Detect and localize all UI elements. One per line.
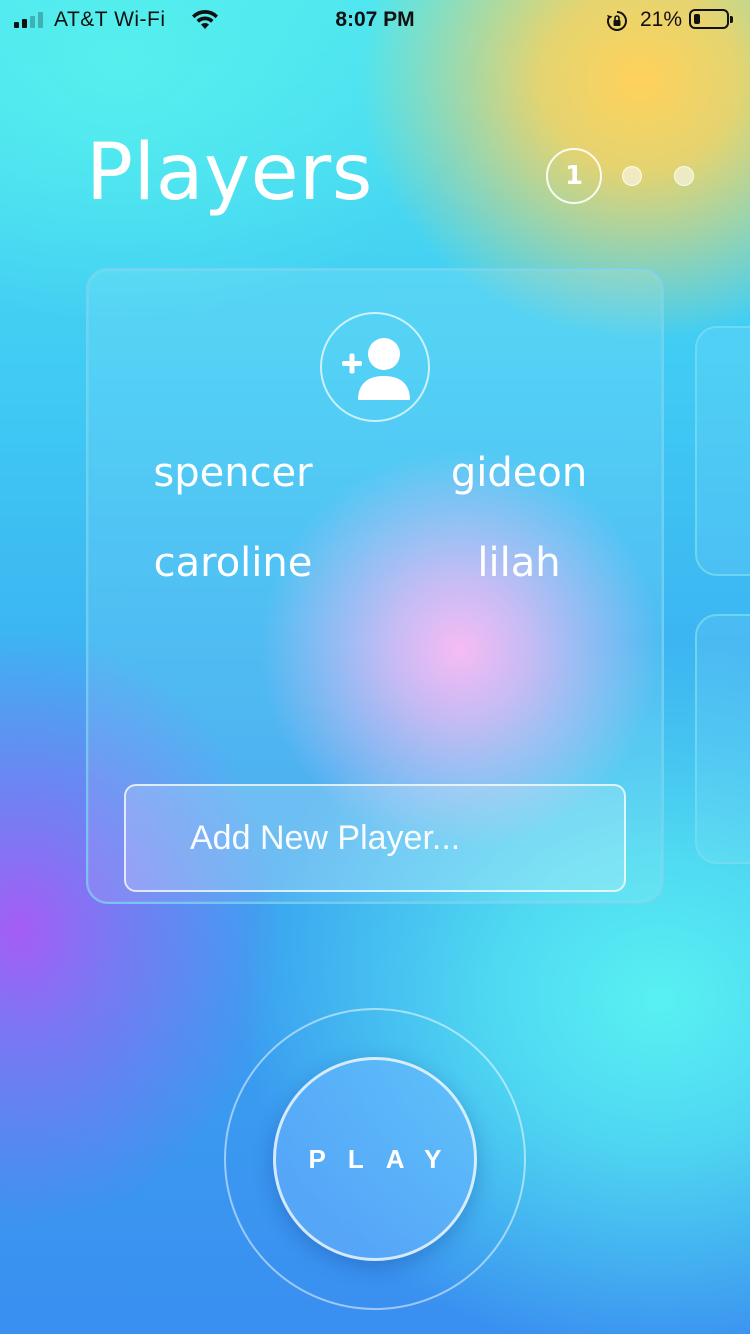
battery-percent: 21% bbox=[640, 8, 683, 31]
players-card: spencer gideon caroline lilah bbox=[86, 268, 664, 904]
status-bar: AT&T Wi-Fi 8:07 PM 21% bbox=[0, 0, 750, 40]
rotation-lock-icon bbox=[607, 11, 627, 31]
step-dot-3[interactable] bbox=[674, 166, 694, 186]
play-button[interactable]: PLAY bbox=[273, 1057, 477, 1261]
player-name[interactable]: gideon bbox=[451, 450, 587, 496]
page-step-indicator: 1 bbox=[546, 148, 706, 208]
play-label: PLAY bbox=[308, 1143, 464, 1174]
step-dot-2[interactable] bbox=[622, 166, 642, 186]
add-new-player-input[interactable] bbox=[188, 817, 592, 859]
clock: 8:07 PM bbox=[335, 8, 415, 31]
player-name[interactable]: spencer bbox=[153, 450, 312, 496]
player-name[interactable]: caroline bbox=[154, 540, 313, 586]
page-title: Players bbox=[86, 128, 373, 218]
next-card-preview[interactable] bbox=[695, 326, 750, 576]
battery-icon bbox=[689, 9, 733, 29]
step-current: 1 bbox=[546, 148, 602, 204]
player-name[interactable]: lilah bbox=[477, 540, 560, 586]
add-person-icon[interactable] bbox=[320, 312, 430, 422]
add-new-player-field[interactable] bbox=[124, 784, 626, 892]
next-card-preview[interactable] bbox=[695, 614, 750, 864]
